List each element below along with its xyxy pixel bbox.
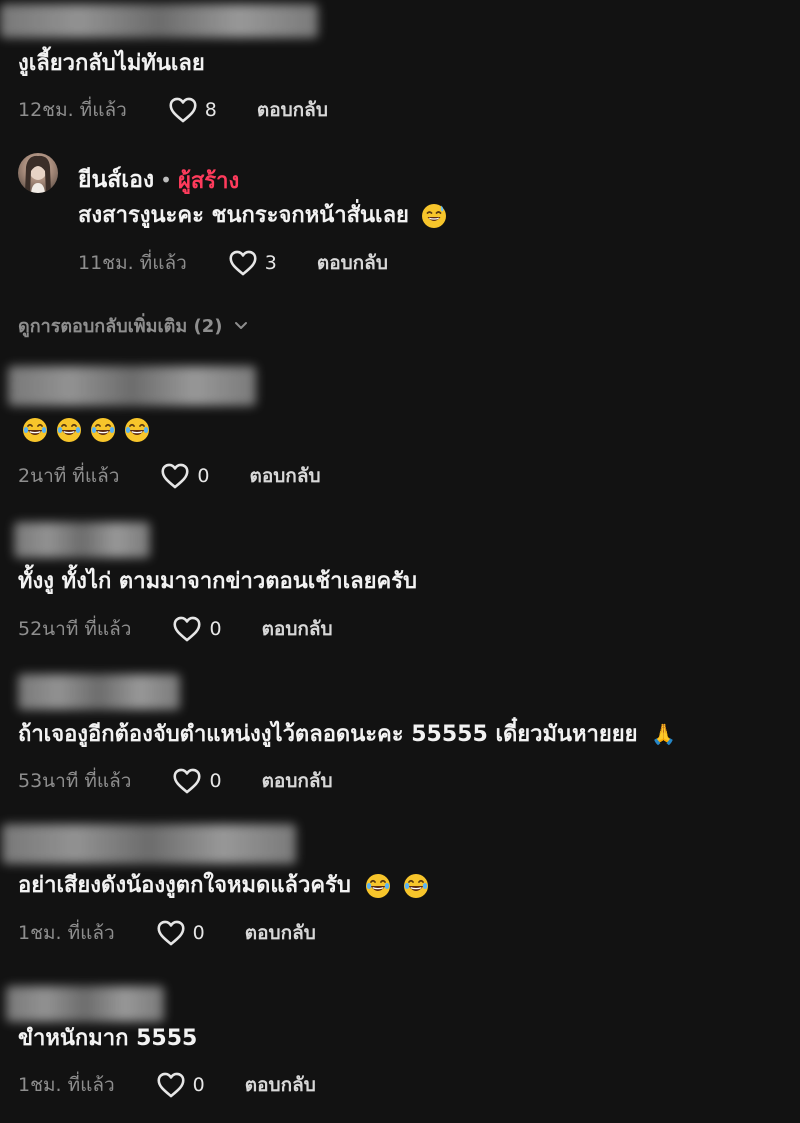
- comment-text: อย่าเสียงดังน้องงูตกใจหมดแล้วครับ: [18, 873, 351, 898]
- heart-icon: [229, 250, 257, 276]
- reply-button[interactable]: ตอบกลับ: [262, 614, 333, 644]
- author-row: ยีนส์เอง • ผู้สร้าง: [78, 164, 239, 196]
- laughing-tears-emoji-icon: [90, 417, 116, 443]
- comment-meta: 53นาที ที่แล้ว 0 ตอบกลับ: [18, 766, 333, 796]
- laughing-tears-emoji-icon: [56, 417, 82, 443]
- comment-time: 2นาที ที่แล้ว: [18, 465, 120, 487]
- comment-time: 1ชม. ที่แล้ว: [18, 1074, 115, 1096]
- heart-icon: [161, 463, 189, 489]
- laughing-tears-emoji-icon: [365, 873, 391, 899]
- like-button[interactable]: 8: [169, 97, 217, 123]
- laughing-tears-emoji-icon: [403, 873, 429, 899]
- folded-hands-emoji-icon: 🙏: [651, 722, 677, 746]
- like-button[interactable]: 0: [157, 920, 205, 946]
- like-count: 0: [209, 770, 222, 792]
- comment-text-row: สงสารงูนะคะ ชนกระจกหน้าสั่นเลย: [78, 202, 455, 230]
- comment-emoji-row: [22, 416, 158, 444]
- reply-button[interactable]: ตอบกลับ: [245, 918, 316, 948]
- chevron-down-icon: [235, 322, 248, 329]
- like-count: 0: [197, 465, 210, 487]
- comment-meta: 52นาที ที่แล้ว 0 ตอบกลับ: [18, 614, 333, 644]
- heart-icon: [173, 616, 201, 642]
- like-count: 0: [192, 922, 205, 944]
- blurred-username: [8, 366, 256, 406]
- comment-text: ทั้งงู ทั้งไก่ ตามมาจากข่าวตอนเช้าเลยครั…: [18, 569, 417, 594]
- creator-badge: ผู้สร้าง: [177, 168, 240, 194]
- like-button[interactable]: 0: [173, 768, 222, 794]
- comment-meta: 12ชม. ที่แล้ว 8 ตอบกลับ: [18, 95, 328, 125]
- comment-text-row: อย่าเสียงดังน้องงูตกใจหมดแล้วครับ: [18, 872, 437, 900]
- separator-dot: •: [160, 168, 172, 192]
- like-count: 0: [192, 1074, 205, 1096]
- comment-time: 1ชม. ที่แล้ว: [18, 922, 115, 944]
- like-count: 8: [204, 99, 217, 121]
- like-count: 3: [264, 252, 277, 274]
- blurred-username: [18, 674, 180, 710]
- reply-button[interactable]: ตอบกลับ: [250, 461, 321, 491]
- comment-time: 53นาที ที่แล้ว: [18, 770, 132, 792]
- laughing-tears-emoji-icon: [22, 417, 48, 443]
- blurred-username: [0, 4, 318, 38]
- laughing-tears-emoji-icon: [124, 417, 150, 443]
- blurred-username: [14, 522, 150, 558]
- heart-icon: [157, 920, 185, 946]
- comment-meta: 2นาที ที่แล้ว 0 ตอบกลับ: [18, 461, 321, 491]
- reply-button[interactable]: ตอบกลับ: [257, 95, 328, 125]
- comment-text: งูเลี้ยวกลับไม่ทันเลย: [18, 51, 205, 76]
- comment-text: ถ้าเจองูอีกต้องจับตำแหน่งงูไว้ตลอดนะคะ 5…: [18, 722, 638, 747]
- author-name[interactable]: ยีนส์เอง: [78, 162, 154, 198]
- like-count: 0: [209, 618, 222, 640]
- view-more-replies-label: ดูการตอบกลับเพิ่มเติม (2): [18, 315, 223, 337]
- view-more-replies-button[interactable]: ดูการตอบกลับเพิ่มเติม (2): [18, 311, 250, 339]
- heart-icon: [169, 97, 197, 123]
- comment-text: ขำหนักมาก 5555: [18, 1026, 198, 1051]
- like-button[interactable]: 0: [157, 1072, 205, 1098]
- grinning-sweat-emoji-icon: [421, 203, 447, 229]
- comment-meta: 11ชม. ที่แล้ว 3 ตอบกลับ: [78, 248, 388, 278]
- avatar-image: [25, 155, 51, 193]
- comment-time: 12ชม. ที่แล้ว: [18, 99, 127, 121]
- blurred-username: [2, 824, 296, 864]
- comment-text-row: ถ้าเจองูอีกต้องจับตำแหน่งงูไว้ตลอดนะคะ 5…: [18, 720, 676, 749]
- like-button[interactable]: 3: [229, 250, 277, 276]
- comment-text: สงสารงูนะคะ ชนกระจกหน้าสั่นเลย: [78, 203, 409, 228]
- comment-time: 52นาที ที่แล้ว: [18, 618, 132, 640]
- blurred-username: [6, 986, 164, 1022]
- comment-meta: 1ชม. ที่แล้ว 0 ตอบกลับ: [18, 1070, 316, 1100]
- comment-meta: 1ชม. ที่แล้ว 0 ตอบกลับ: [18, 918, 316, 948]
- like-button[interactable]: 0: [161, 463, 210, 489]
- avatar[interactable]: [18, 153, 58, 193]
- reply-button[interactable]: ตอบกลับ: [317, 248, 388, 278]
- like-button[interactable]: 0: [173, 616, 222, 642]
- comment-time: 11ชม. ที่แล้ว: [78, 252, 187, 274]
- heart-icon: [173, 768, 201, 794]
- heart-icon: [157, 1072, 185, 1098]
- reply-button[interactable]: ตอบกลับ: [262, 766, 333, 796]
- reply-button[interactable]: ตอบกลับ: [245, 1070, 316, 1100]
